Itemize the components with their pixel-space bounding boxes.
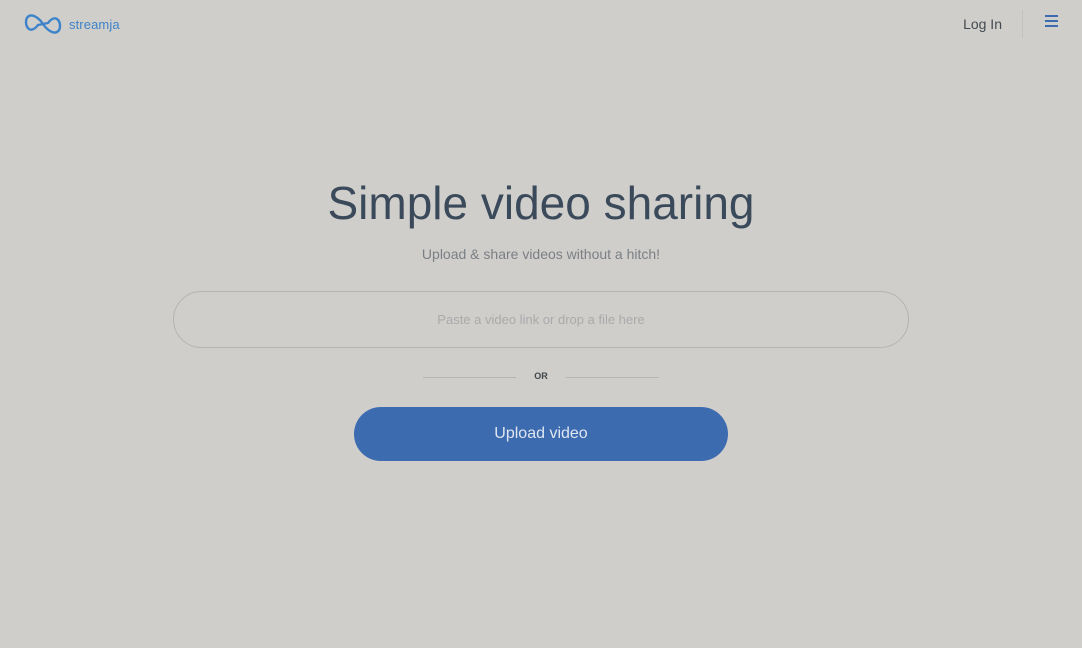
header-divider	[1022, 10, 1023, 38]
page-subtitle: Upload & share videos without a hitch!	[421, 246, 661, 262]
separator-line-right	[566, 377, 659, 378]
brand-name: streamja	[69, 16, 120, 32]
upload-video-button[interactable]: Upload video	[354, 407, 728, 461]
logo-link[interactable]: streamja	[24, 12, 120, 36]
login-link[interactable]: Log In	[963, 16, 1002, 32]
page-title: Simple video sharing	[327, 177, 755, 229]
hamburger-menu-icon[interactable]	[1043, 15, 1061, 33]
or-separator: OR	[0, 370, 1082, 386]
separator-line-left	[423, 377, 516, 378]
page: streamja Log In Simple video sharing Upl…	[0, 0, 1082, 648]
separator-label: OR	[534, 371, 548, 381]
video-link-input[interactable]	[173, 291, 909, 348]
header: streamja Log In	[0, 0, 1082, 48]
infinity-logo-icon	[24, 14, 62, 34]
